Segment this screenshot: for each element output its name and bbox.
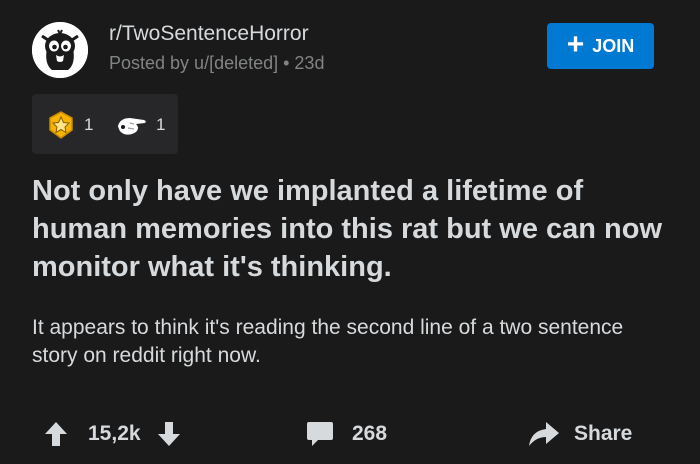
- share-arrow-icon: [529, 422, 559, 446]
- comment-count: 268: [352, 422, 388, 445]
- silver-star-award-icon: [49, 111, 73, 139]
- post-actions: 15,2k 268 Share: [0, 414, 700, 454]
- comment-icon: [307, 422, 333, 446]
- award-item[interactable]: 1: [46, 110, 93, 140]
- share-button[interactable]: Share: [528, 414, 632, 454]
- comments-button[interactable]: 268: [306, 414, 387, 454]
- downvote-icon[interactable]: [157, 421, 181, 447]
- post-body: It appears to think it's reading the sec…: [32, 316, 624, 367]
- award-count: 1: [84, 115, 94, 134]
- vote-count: 15,2k: [88, 422, 141, 445]
- award-count: 1: [156, 115, 166, 134]
- join-button[interactable]: + JOIN: [547, 23, 654, 69]
- subreddit-avatar[interactable]: [32, 22, 88, 78]
- join-label: JOIN: [592, 35, 635, 56]
- post-title[interactable]: Not only have we implanted a lifetime of…: [32, 172, 682, 286]
- upvote-icon[interactable]: [44, 421, 68, 447]
- award-item[interactable]: 1: [114, 110, 165, 140]
- share-label: Share: [574, 422, 633, 445]
- post-header: r/TwoSentenceHorror Posted by u/[deleted…: [32, 18, 672, 78]
- awards-bar[interactable]: 1 1: [32, 94, 178, 154]
- subreddit-ghost-icon: [32, 22, 88, 78]
- vote-group: 15,2k: [44, 414, 181, 454]
- pointing-hand-award-icon: [118, 118, 146, 135]
- post-meta: Posted by u/[deleted] • 23d: [109, 53, 325, 73]
- plus-icon: +: [566, 27, 585, 61]
- subreddit-name[interactable]: r/TwoSentenceHorror: [109, 22, 309, 46]
